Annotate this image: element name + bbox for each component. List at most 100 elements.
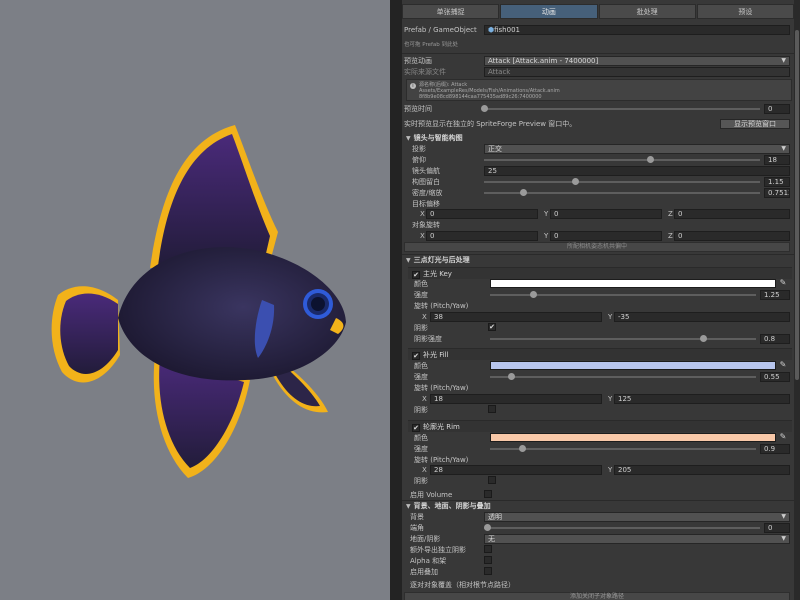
show-preview-window-button[interactable]: 显示预览窗口 [720, 119, 790, 129]
scrollbar-thumb[interactable] [795, 30, 799, 380]
fill-shadow-checkbox[interactable] [488, 405, 496, 413]
pitch-value[interactable]: 18 [764, 155, 790, 165]
key-rot-y-field[interactable]: -35 [614, 312, 790, 322]
anim-dropdown[interactable]: Attack [Attack.anim - 7400000] ▼ [484, 56, 790, 66]
overlay-checkbox[interactable] [484, 567, 492, 575]
yaw-label: 镜头偏航 [412, 167, 440, 175]
slider-knob[interactable] [518, 445, 526, 452]
rotation-x-field[interactable]: 0 [426, 231, 538, 241]
bg-value: 透明 [488, 513, 502, 521]
zoom-label: 密度/缩放 [412, 189, 443, 197]
section-lighting[interactable]: ▼ 三点灯光与后处理 [402, 255, 794, 266]
corner-value[interactable]: 0 [764, 523, 790, 533]
zoom-value[interactable]: 0.751314 [764, 188, 790, 198]
anim-label: 预览动画 [404, 57, 432, 65]
volume-checkbox[interactable] [484, 490, 492, 498]
margin-value[interactable]: 1.15 [764, 177, 790, 187]
rotation-z-field[interactable]: 0 [674, 231, 790, 241]
key-light-toggle[interactable]: ✔ [412, 271, 420, 279]
section-camera[interactable]: ▼ 镜头与智能构图 [402, 133, 794, 144]
fill-rotation-label: 旋转 (Pitch/Yaw) [414, 384, 469, 392]
reset-camera-button[interactable]: 所配相机姿态机共偏中 [404, 242, 790, 252]
fill-rot-x-field[interactable]: 18 [430, 394, 602, 404]
key-color-swatch[interactable] [490, 279, 776, 288]
rim-intensity-value[interactable]: 0.9 [760, 444, 790, 454]
add-child-path-button[interactable]: 添加关闭子对象路径 [404, 592, 790, 600]
rim-rot-x-field[interactable]: 28 [430, 465, 602, 475]
key-light-title: 主光 Key [423, 270, 452, 278]
slider-knob[interactable] [699, 335, 707, 342]
eyedropper-icon[interactable]: ✎ [778, 278, 788, 288]
slider-knob[interactable] [519, 189, 527, 196]
fill-intensity-label: 强度 [414, 373, 428, 381]
key-shadow-checkbox[interactable]: ✔ [488, 323, 496, 331]
offset-z-field[interactable]: 0 [674, 209, 790, 219]
tab-animation[interactable]: 动画 [500, 4, 598, 19]
bg-dropdown[interactable]: 透明 ▼ [484, 512, 790, 522]
slider-knob[interactable] [508, 373, 516, 380]
fish-preview-image [51, 125, 346, 478]
prefab-field[interactable]: ⬢fish001 [484, 25, 790, 35]
fill-intensity-value[interactable]: 0.55 [760, 372, 790, 382]
fill-intensity-slider[interactable] [490, 372, 756, 382]
zoom-slider[interactable] [484, 188, 760, 198]
panel-scrollbar[interactable] [794, 0, 800, 600]
alpha-label: Alpha 和架 [410, 557, 447, 565]
rim-rot-y-field[interactable]: 205 [614, 465, 790, 475]
alpha-checkbox[interactable] [484, 556, 492, 564]
corner-label: 端角 [410, 524, 424, 532]
fill-light-toggle[interactable]: ✔ [412, 352, 420, 360]
fill-light-title: 补光 Fill [423, 351, 449, 359]
key-light-header[interactable]: ✔ 主光 Key [408, 267, 792, 279]
axis-x-label: X [420, 232, 425, 240]
target-offset-label: 目标偏移 [412, 200, 440, 208]
rotation-label: 对象旋转 [412, 221, 440, 229]
panel-divider[interactable] [390, 0, 402, 600]
key-shadow-strength-slider[interactable] [490, 334, 756, 344]
eyedropper-icon[interactable]: ✎ [778, 360, 788, 370]
prefab-value: fish001 [494, 26, 520, 34]
slider-knob[interactable] [529, 291, 537, 298]
margin-slider[interactable] [484, 177, 760, 187]
rim-color-swatch[interactable] [490, 433, 776, 442]
slider-knob[interactable] [481, 105, 488, 112]
key-color-label: 颜色 [414, 280, 428, 288]
slider-knob[interactable] [646, 156, 654, 163]
slider-knob[interactable] [572, 178, 580, 185]
key-rot-x-field[interactable]: 38 [430, 312, 602, 322]
corner-slider[interactable] [483, 523, 760, 533]
preview-time-value[interactable]: 0 [764, 104, 790, 114]
axis-y-label: Y [544, 210, 549, 218]
rotation-y-field[interactable]: 0 [550, 231, 662, 241]
key-shadow-strength-label: 阴影强度 [414, 335, 442, 343]
key-intensity-slider[interactable] [490, 290, 756, 300]
eyedropper-icon[interactable]: ✎ [778, 432, 788, 442]
ground-dropdown[interactable]: 无 ▼ [484, 534, 790, 544]
rim-shadow-checkbox[interactable] [488, 476, 496, 484]
tab-single-capture[interactable]: 单张捕捉 [402, 4, 500, 19]
preview-viewport[interactable] [0, 0, 390, 600]
info-icon: i [410, 83, 416, 89]
section-background[interactable]: ▼ 背景、地面、阴影与叠加 [402, 501, 794, 512]
axis-x-label: X [422, 395, 427, 403]
pitch-slider[interactable] [484, 155, 760, 165]
section-background-title: 背景、地面、阴影与叠加 [413, 502, 491, 510]
projection-dropdown[interactable]: 正交 ▼ [484, 144, 790, 154]
extra-shadow-checkbox[interactable] [484, 545, 492, 553]
rim-intensity-slider[interactable] [490, 444, 756, 454]
offset-y-field[interactable]: 0 [550, 209, 662, 219]
fill-light-header[interactable]: ✔ 补光 Fill [408, 348, 792, 360]
fill-rot-y-field[interactable]: 125 [614, 394, 790, 404]
tab-batch[interactable]: 批处理 [598, 4, 696, 19]
rim-light-toggle[interactable]: ✔ [412, 424, 420, 432]
fill-color-swatch[interactable] [490, 361, 776, 370]
preview-time-slider[interactable] [481, 104, 760, 114]
chevron-down-icon: ▼ [781, 535, 786, 542]
slider-knob[interactable] [483, 524, 491, 531]
yaw-field[interactable]: 25 [484, 166, 790, 176]
tab-presets[interactable]: 预设 [696, 4, 794, 19]
offset-x-field[interactable]: 0 [426, 209, 538, 219]
key-intensity-value[interactable]: 1.25 [760, 290, 790, 300]
rim-light-header[interactable]: ✔ 轮廓光 Rim [408, 420, 792, 432]
key-shadow-strength-value[interactable]: 0.8 [760, 334, 790, 344]
